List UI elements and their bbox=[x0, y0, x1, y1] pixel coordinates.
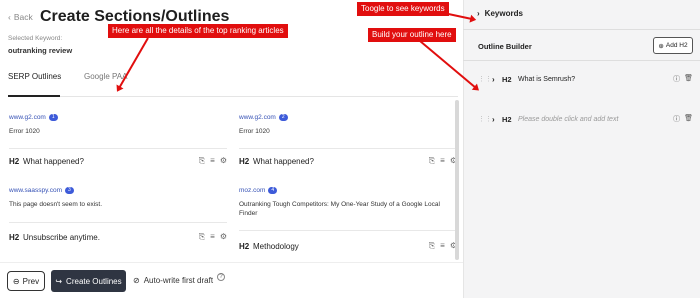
panel-divider bbox=[463, 60, 700, 61]
info-icon[interactable]: ⓘ bbox=[673, 114, 680, 124]
chevron-right-icon[interactable]: › bbox=[492, 75, 502, 84]
back-link[interactable]: ‹ Back bbox=[8, 12, 33, 22]
info-icon[interactable]: ⓘ bbox=[673, 74, 680, 84]
callout-outline: Build your outline here bbox=[368, 28, 456, 42]
rank-badge: 1 bbox=[48, 114, 58, 121]
back-label: Back bbox=[13, 12, 33, 22]
create-icon: ↪ bbox=[55, 276, 63, 286]
card-h2-row[interactable]: H2 What happened? ⎘ ≡ ⚙ bbox=[9, 156, 227, 166]
card-description: Outranking Tough Competitors: My One-Yea… bbox=[239, 201, 440, 217]
card-divider bbox=[239, 230, 457, 231]
copy-icon[interactable]: ⎘ bbox=[199, 232, 205, 242]
list-icon[interactable]: ≡ bbox=[440, 156, 445, 166]
keywords-toggle[interactable]: › Keywords bbox=[477, 9, 523, 18]
serp-panel: ‹ Back Create Sections/Outlines Selected… bbox=[0, 0, 463, 298]
outline-builder-title: Outline Builder bbox=[478, 42, 532, 51]
back-icon: ‹ bbox=[8, 12, 11, 22]
card-description: Error 1020 bbox=[239, 128, 270, 135]
tab-google-paa[interactable]: Google PAA bbox=[84, 72, 127, 81]
auto-write-toggle[interactable]: ⊘ Auto-write first draft ? bbox=[133, 272, 226, 285]
drag-handle-icon[interactable]: ⋮⋮ bbox=[478, 115, 492, 123]
card-source-link[interactable]: www.g2.com bbox=[9, 114, 46, 121]
card-source-link[interactable]: moz.com bbox=[239, 187, 265, 194]
rank-badge: 2 bbox=[278, 114, 288, 121]
outline-row[interactable]: ⋮⋮ › H2 What is Semrush? ⓘ 🗑 bbox=[478, 74, 693, 84]
card-source-link[interactable]: www.g2.com bbox=[239, 114, 276, 121]
serp-card: www.saasspy.com 3 This page doesn't seem … bbox=[9, 187, 227, 247]
plus-icon: ⊕ bbox=[658, 42, 664, 50]
list-icon[interactable]: ≡ bbox=[440, 241, 445, 251]
card-description: Error 1020 bbox=[9, 128, 40, 135]
card-divider bbox=[239, 148, 457, 149]
selected-keyword-value: outranking review bbox=[8, 46, 73, 55]
create-label: Create Outlines bbox=[66, 276, 122, 286]
keywords-label: Keywords bbox=[484, 9, 523, 18]
copy-icon[interactable]: ⎘ bbox=[429, 156, 435, 166]
h2-tag: H2 bbox=[502, 74, 512, 84]
card-source-link[interactable]: www.saasspy.com bbox=[9, 187, 62, 194]
drag-handle-icon[interactable]: ⋮⋮ bbox=[478, 75, 492, 83]
trash-icon[interactable]: 🗑 bbox=[684, 74, 693, 84]
auto-write-label: Auto-write first draft bbox=[143, 276, 214, 285]
help-icon[interactable]: ? bbox=[217, 272, 226, 281]
list-icon[interactable]: ≡ bbox=[210, 232, 215, 242]
callout-keywords: Toogle to see keywords bbox=[357, 2, 449, 16]
card-h2-text: What happened? bbox=[253, 156, 314, 166]
panel-divider bbox=[463, 29, 700, 30]
rank-badge: 3 bbox=[64, 187, 74, 194]
outline-row-placeholder[interactable]: Please double click and add text bbox=[518, 116, 673, 123]
tab-divider bbox=[8, 96, 458, 97]
copy-icon[interactable]: ⎘ bbox=[429, 241, 435, 251]
rank-badge: 4 bbox=[268, 187, 278, 194]
tab-active-indicator bbox=[8, 95, 60, 97]
serp-card: www.g2.com 1 Error 1020 H2 What happened?… bbox=[9, 114, 227, 174]
gear-icon[interactable]: ⚙ bbox=[220, 232, 227, 242]
chevron-right-icon[interactable]: › bbox=[492, 115, 502, 124]
card-h2-row[interactable]: H2 What happened? ⎘ ≡ ⚙ bbox=[239, 156, 457, 166]
card-description: This page doesn't seem to exist. bbox=[9, 201, 103, 208]
prev-label: Prev bbox=[22, 276, 40, 286]
chevron-right-icon: › bbox=[477, 9, 480, 18]
h2-tag: H2 bbox=[9, 232, 20, 242]
card-h2-row[interactable]: H2 Unsubscribe anytime. ⎘ ≡ ⚙ bbox=[9, 232, 227, 242]
outline-row[interactable]: ⋮⋮ › H2 Please double click and add text… bbox=[478, 114, 693, 124]
list-icon[interactable]: ≡ bbox=[210, 156, 215, 166]
h2-tag: H2 bbox=[502, 114, 512, 124]
serp-card: www.g2.com 2 Error 1020 H2 What happened?… bbox=[239, 114, 457, 174]
tab-serp-outlines[interactable]: SERP Outlines bbox=[8, 72, 61, 81]
card-h2-text: Methodology bbox=[253, 241, 299, 251]
callout-articles: Here are all the details of the top rank… bbox=[108, 24, 288, 38]
copy-icon[interactable]: ⎘ bbox=[199, 156, 205, 166]
outline-row-text[interactable]: What is Semrush? bbox=[518, 76, 673, 83]
serp-card: moz.com 4 Outranking Tough Competitors: M… bbox=[239, 187, 457, 253]
prev-button[interactable]: ⊖ Prev bbox=[7, 271, 45, 291]
scrollbar[interactable] bbox=[455, 100, 459, 260]
add-h2-button[interactable]: ⊕ Add H2 bbox=[653, 37, 693, 54]
h2-tag: H2 bbox=[239, 241, 250, 251]
h2-tag: H2 bbox=[9, 156, 20, 166]
selected-keyword-label: Selected Keyword: bbox=[8, 35, 63, 42]
create-outlines-button[interactable]: ↪ Create Outlines bbox=[51, 270, 126, 292]
card-h2-text: What happened? bbox=[23, 156, 84, 166]
check-icon: ⊘ bbox=[133, 276, 140, 285]
card-divider bbox=[9, 148, 227, 149]
h2-tag: H2 bbox=[239, 156, 250, 166]
trash-icon[interactable]: 🗑 bbox=[684, 114, 693, 124]
gear-icon[interactable]: ⚙ bbox=[220, 156, 227, 166]
add-h2-label: Add H2 bbox=[665, 42, 688, 49]
prev-icon: ⊖ bbox=[12, 276, 20, 286]
card-divider bbox=[9, 222, 227, 223]
card-h2-row[interactable]: H2 Methodology ⎘ ≡ ⚙ bbox=[239, 241, 457, 251]
card-h2-text: Unsubscribe anytime. bbox=[23, 232, 100, 242]
